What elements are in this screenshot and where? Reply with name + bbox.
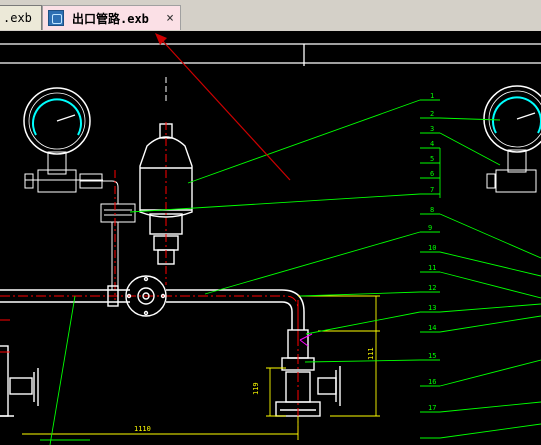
cad-application: .exb 出口管路.exb × 1110 119 111 1 2 3 4 5 6… (0, 0, 541, 445)
drawing-canvas[interactable]: 1110 119 111 1 2 3 4 5 6 7 8 9 10 11 12 … (0, 31, 541, 445)
balloon-number: 10 (428, 244, 436, 252)
balloon-number: 12 (428, 284, 436, 292)
balloon-number: 17 (428, 404, 436, 412)
balloon-number: 7 (430, 186, 434, 194)
balloon-number: 2 (430, 110, 434, 118)
document-tab-bar: .exb 出口管路.exb × (0, 0, 541, 31)
balloon-number: 14 (428, 324, 436, 332)
tab-previous-document[interactable]: .exb (0, 5, 42, 30)
balloon-number: 6 (430, 170, 434, 178)
tab-outlet-piping[interactable]: 出口管路.exb × (42, 5, 181, 30)
dimension-label-1110: 1110 (134, 425, 151, 433)
dimension-label-111: 111 (367, 347, 375, 360)
balloon-number: 9 (428, 224, 432, 232)
balloon-number: 15 (428, 352, 436, 360)
balloon-number: 4 (430, 140, 434, 148)
dimension-label-119: 119 (252, 382, 260, 395)
balloon-number: 3 (430, 125, 434, 133)
balloon-number: 13 (428, 304, 436, 312)
balloon-number: 1 (430, 92, 434, 100)
tab-label: 出口管路.exb (72, 11, 149, 26)
close-icon[interactable]: × (166, 11, 174, 26)
document-app-icon (48, 10, 64, 26)
balloon-number: 16 (428, 378, 436, 386)
tab-label: .exb (3, 11, 32, 25)
balloon-number: 5 (430, 155, 434, 163)
balloon-number: 11 (428, 264, 436, 272)
balloon-number: 8 (430, 206, 434, 214)
